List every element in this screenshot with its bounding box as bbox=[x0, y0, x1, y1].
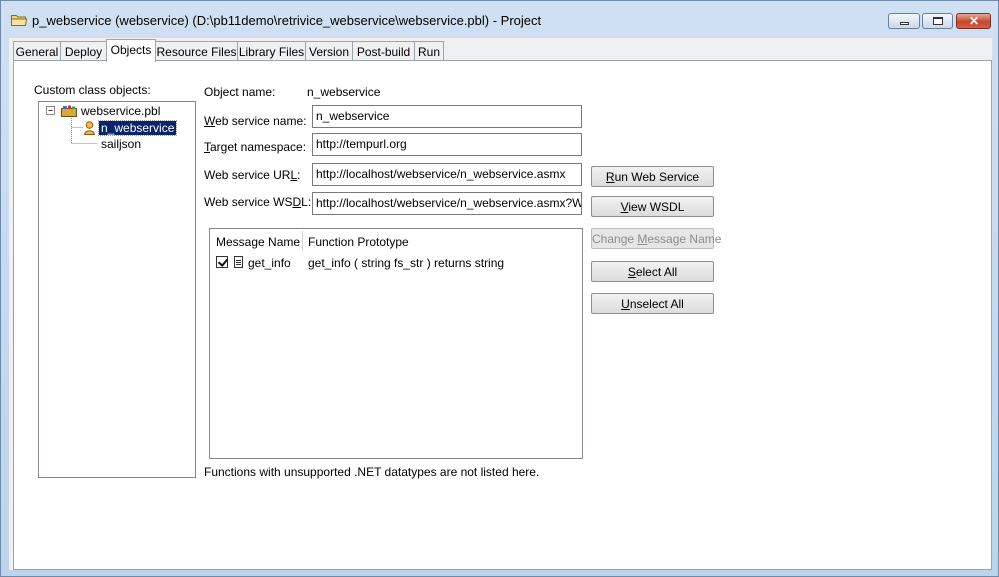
ws-url-label-colon: : bbox=[297, 168, 301, 182]
ws-name-hotkey: W bbox=[204, 114, 216, 128]
window-title: p_webservice (webservice) (D:\pb11demo\r… bbox=[32, 13, 542, 28]
maximize-icon bbox=[933, 17, 943, 25]
title-bar[interactable]: p_webservice (webservice) (D:\pb11demo\r… bbox=[1, 1, 998, 37]
close-button[interactable]: ✕ bbox=[956, 13, 991, 29]
tab-general[interactable]: General bbox=[13, 41, 61, 61]
ws-wsdl-label-tail: L: bbox=[301, 195, 312, 209]
objects-panel: Custom class objects: webservice.pbl n_w… bbox=[13, 60, 992, 570]
change-label-pre: Change bbox=[592, 232, 638, 246]
select-all-button[interactable]: Select All bbox=[591, 261, 714, 282]
object-tree[interactable]: webservice.pbl n_webservice sailjson bbox=[38, 101, 196, 478]
run-hotkey: R bbox=[605, 170, 615, 184]
ws-wsdl-label-text: Web service WS bbox=[204, 195, 293, 209]
run-web-service-button[interactable]: Run Web Service bbox=[591, 166, 714, 187]
tab-resource-files[interactable]: Resource Files bbox=[155, 41, 238, 61]
client-area: General Deploy Objects Resource Files Li… bbox=[9, 38, 992, 570]
tab-version[interactable]: Version bbox=[305, 41, 353, 61]
change-hotkey: M bbox=[637, 232, 648, 246]
tree-root-label[interactable]: webservice.pbl bbox=[81, 104, 160, 118]
unselect-label: nselect All bbox=[629, 297, 684, 311]
minimize-icon bbox=[900, 22, 909, 25]
tree-item-n-webservice[interactable]: n_webservice bbox=[97, 120, 178, 136]
select-hotkey: S bbox=[627, 265, 636, 279]
column-header-function-prototype[interactable]: Function Prototype bbox=[302, 229, 582, 253]
tab-objects[interactable]: Objects bbox=[106, 39, 156, 62]
row-function-prototype: get_info ( string fs_str ) returns strin… bbox=[308, 256, 505, 270]
column-header-message-name[interactable]: Message Name bbox=[210, 229, 302, 253]
tab-post-build[interactable]: Post-build bbox=[352, 41, 415, 61]
select-label: elect All bbox=[635, 265, 678, 279]
maximize-button[interactable] bbox=[922, 13, 953, 29]
change-message-name-button: Change Message Name bbox=[591, 228, 721, 249]
view-wsdl-button[interactable]: View WSDL bbox=[591, 196, 714, 217]
ws-url-label: Web service URL: bbox=[204, 168, 301, 182]
object-name-label: Object name: bbox=[204, 85, 276, 99]
folder-icon bbox=[11, 15, 27, 26]
view-label: iew WSDL bbox=[628, 200, 685, 214]
minimize-button[interactable] bbox=[888, 13, 920, 29]
ws-url-label-text: Web service UR bbox=[204, 168, 291, 182]
ws-url-input[interactable]: http://localhost/webservice/n_webservice… bbox=[312, 163, 582, 186]
ws-wsdl-hotkey: D bbox=[292, 195, 302, 209]
object-name-value: n_webservice bbox=[307, 85, 381, 99]
library-icon bbox=[61, 105, 77, 117]
ws-name-input[interactable]: n_webservice bbox=[312, 105, 582, 128]
user-object-icon bbox=[84, 121, 95, 135]
tab-deploy[interactable]: Deploy bbox=[60, 41, 107, 61]
row-message-name[interactable]: get_info bbox=[248, 256, 291, 270]
ws-wsdl-input[interactable]: http://localhost/webservice/n_webservice… bbox=[312, 192, 582, 215]
footnote: Functions with unsupported .NET datatype… bbox=[204, 465, 540, 479]
unselect-hotkey: U bbox=[621, 297, 630, 311]
ws-name-label-text: eb service name: bbox=[215, 114, 307, 128]
row-checkbox[interactable] bbox=[216, 256, 228, 268]
close-icon: ✕ bbox=[969, 14, 980, 28]
target-namespace-label-text: arget namespace: bbox=[210, 140, 307, 154]
project-window: p_webservice (webservice) (D:\pb11demo\r… bbox=[0, 0, 999, 577]
change-label: essage Name bbox=[647, 232, 722, 246]
tab-library-files[interactable]: Library Files bbox=[237, 41, 306, 61]
target-namespace-input[interactable]: http://tempurl.org bbox=[312, 133, 582, 156]
document-icon bbox=[234, 256, 243, 268]
unselect-all-button[interactable]: Unselect All bbox=[591, 293, 714, 314]
target-namespace-label: Target namespace: bbox=[204, 140, 306, 154]
custom-class-label: Custom class objects: bbox=[34, 83, 151, 97]
run-label: un Web Service bbox=[614, 170, 700, 184]
tree-item-sailjson[interactable]: sailjson bbox=[101, 137, 141, 151]
tab-run[interactable]: Run bbox=[414, 41, 444, 61]
message-list[interactable]: Message Name Function Prototype get_info… bbox=[209, 228, 583, 459]
ws-wsdl-label: Web service WSDL: bbox=[204, 195, 311, 209]
ws-name-label: Web service name: bbox=[204, 114, 307, 128]
